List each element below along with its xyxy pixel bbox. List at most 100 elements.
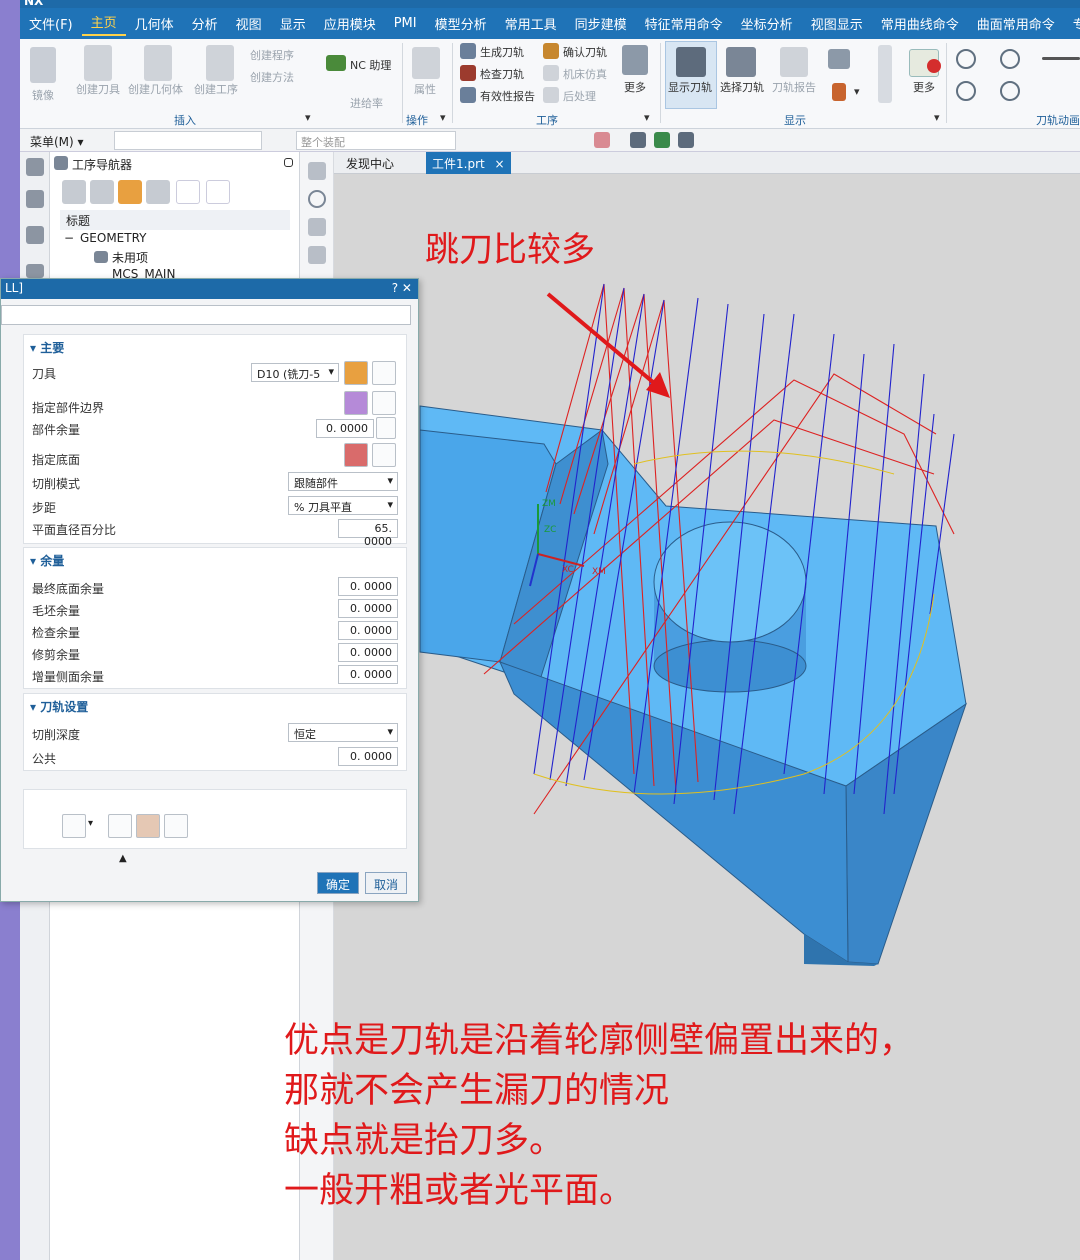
create-geometry-icon[interactable]	[144, 45, 172, 81]
assembly-scope-combo[interactable]: 整个装配	[296, 131, 456, 150]
operation-more-icon[interactable]: ▾	[440, 111, 446, 124]
check-stock-input[interactable]: 0. 0000	[338, 621, 398, 640]
process-group-more-icon[interactable]: ▾	[644, 111, 650, 124]
machine-view-icon[interactable]	[90, 180, 114, 204]
machine-sim-icon[interactable]	[543, 65, 559, 81]
brush-icon[interactable]	[308, 246, 326, 264]
verify-icon[interactable]	[136, 814, 160, 838]
feed-rate-label[interactable]: 进给率	[350, 95, 383, 111]
display-boundary-eye-icon[interactable]	[372, 391, 396, 415]
create-operation-label[interactable]: 创建工序	[194, 81, 238, 97]
collapse-all-icon[interactable]	[206, 180, 230, 204]
method-view-icon[interactable]	[146, 180, 170, 204]
menu-applications[interactable]: 应用模块	[315, 14, 385, 33]
tool-holder-icon[interactable]	[832, 83, 846, 101]
expand-all-icon[interactable]	[176, 180, 200, 204]
list-icon[interactable]	[164, 814, 188, 838]
ok-button[interactable]: 确定	[317, 872, 360, 894]
view-icon[interactable]	[654, 132, 670, 148]
select-path-icon[interactable]	[726, 47, 756, 77]
attributes-label[interactable]: 属性	[414, 81, 436, 97]
move-arrows-icon[interactable]	[878, 45, 892, 103]
post-process-icon[interactable]	[543, 87, 559, 103]
show-path-icon[interactable]	[676, 47, 706, 77]
settings-icon[interactable]	[26, 158, 44, 176]
menu-coord-analysis[interactable]: 坐标分析	[732, 14, 802, 33]
process-more-icon[interactable]	[622, 45, 648, 75]
menu-view[interactable]: 视图	[227, 14, 271, 33]
maximize-icon[interactable]	[284, 158, 293, 167]
final-floor-stock-input[interactable]: 0. 0000	[338, 577, 398, 596]
tool-dropdown[interactable]: D10 (铣刀-5	[251, 363, 339, 382]
cut-mode-dropdown[interactable]: 跟随部件	[288, 472, 398, 491]
lock-icon[interactable]	[376, 417, 396, 439]
mirror-label[interactable]: 镜像	[32, 87, 54, 103]
nc-assistant-icon[interactable]	[326, 55, 346, 71]
menu-pmi[interactable]: PMI	[385, 16, 426, 31]
common-input[interactable]: 0. 0000	[338, 747, 398, 766]
path-report-icon[interactable]	[780, 47, 808, 77]
main-menu-button[interactable]: 菜单(M) ▾	[30, 133, 84, 150]
assembly-navigator-icon[interactable]	[26, 226, 44, 244]
insert-more-icon[interactable]: ▾	[305, 111, 311, 124]
blank-stock-input[interactable]: 0. 0000	[338, 599, 398, 618]
tab-close-icon[interactable]: ×	[495, 157, 505, 171]
create-method-label[interactable]: 创建方法	[250, 69, 294, 85]
section-main-header[interactable]: ▾ 主要	[30, 339, 64, 356]
menu-geometry[interactable]: 几何体	[126, 14, 183, 33]
menu-special[interactable]: 专用	[1064, 14, 1080, 33]
part-stock-input[interactable]: 0. 0000	[316, 419, 374, 438]
generate-path-label[interactable]: 生成刀轨	[480, 44, 524, 60]
filter-icon[interactable]	[678, 132, 694, 148]
fit-view-icon[interactable]	[308, 162, 326, 180]
create-program-label[interactable]: 创建程序	[250, 47, 294, 63]
side-stock-input[interactable]: 0. 0000	[338, 665, 398, 684]
menu-tools[interactable]: 常用工具	[496, 14, 566, 33]
anim-first-icon[interactable]	[956, 81, 976, 101]
tree-row-unused[interactable]: 未用项	[112, 249, 148, 266]
validity-report-icon[interactable]	[460, 87, 476, 103]
cut-depth-dropdown[interactable]: 恒定	[288, 723, 398, 742]
section-path-header[interactable]: ▾ 刀轨设置	[30, 698, 88, 715]
machine-sim-label[interactable]: 机床仿真	[563, 66, 607, 82]
menu-display[interactable]: 显示	[271, 14, 315, 33]
measure-icon[interactable]	[308, 218, 326, 236]
validity-report-label[interactable]: 有效性报告	[480, 88, 535, 104]
geometry-view-icon[interactable]	[118, 180, 142, 204]
tab-discover[interactable]: 发现中心	[340, 152, 400, 174]
anim-prev-icon[interactable]	[956, 49, 976, 69]
program-view-icon[interactable]	[62, 180, 86, 204]
anim-last-icon[interactable]	[1000, 81, 1020, 101]
generate-dropdown-icon[interactable]: ▾	[88, 818, 93, 829]
menu-model-analysis[interactable]: 模型分析	[426, 14, 496, 33]
tool-holder-dropdown-icon[interactable]: ▾	[854, 85, 860, 98]
generate-path-icon[interactable]	[460, 43, 476, 59]
anim-play-icon[interactable]	[1000, 49, 1020, 69]
confirm-path-label[interactable]: 确认刀轨	[563, 44, 607, 60]
select-floor-icon[interactable]	[344, 443, 368, 467]
create-tool-label[interactable]: 创建刀具	[76, 81, 120, 97]
anim-speed-slider[interactable]	[1042, 57, 1080, 60]
mcs-icon[interactable]	[630, 132, 646, 148]
generate-icon[interactable]	[62, 814, 86, 838]
menu-home[interactable]: 主页	[81, 12, 126, 36]
nc-assistant-label[interactable]: NC 助理	[350, 57, 391, 73]
verify-path-label[interactable]: 检查刀轨	[480, 66, 524, 82]
path-report-label[interactable]: 刀轨报告	[772, 79, 816, 95]
section-stock-header[interactable]: ▾ 余量	[30, 552, 64, 569]
select-path-label[interactable]: 选择刀轨	[720, 79, 764, 95]
verify-path-icon[interactable]	[460, 65, 476, 81]
show-path-label[interactable]: 显示刀轨	[668, 79, 712, 95]
tree-collapse-icon[interactable]: −	[64, 231, 74, 245]
process-more-label[interactable]: 更多	[624, 79, 646, 95]
dialog-name-field[interactable]	[1, 305, 411, 325]
stepover-dropdown[interactable]: % 刀具平直	[288, 496, 398, 515]
display-tool-icon[interactable]	[828, 49, 850, 69]
create-geometry-label[interactable]: 创建几何体	[128, 81, 183, 97]
selection-filter-combo[interactable]	[114, 131, 262, 150]
tree-row-geometry[interactable]: GEOMETRY	[80, 231, 147, 245]
menu-file[interactable]: 文件(F)	[20, 14, 82, 33]
edit-tool-icon[interactable]	[372, 361, 396, 385]
display-floor-eye-icon[interactable]	[372, 443, 396, 467]
percent-input[interactable]: 65. 0000	[338, 519, 398, 548]
